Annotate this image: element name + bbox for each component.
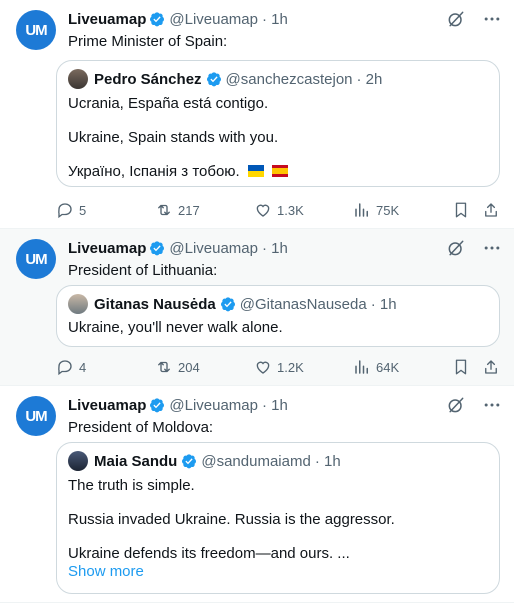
quote-line: Ukraine defends its freedom—and ours. ..…	[68, 545, 350, 562]
quoted-tweet[interactable]: Maia Sandu @sandumaiamd · 1h The truth i…	[56, 442, 500, 594]
verified-badge-icon	[149, 11, 165, 27]
bookmark-icon[interactable]	[452, 201, 470, 219]
share-icon[interactable]	[482, 201, 500, 219]
tweet-text: Prime Minister of Spain:	[68, 33, 228, 50]
tweet-header: Liveuamap @Liveuamap · 1h	[68, 9, 514, 29]
views-button[interactable]: 75K	[353, 201, 452, 219]
grok-icon[interactable]	[446, 9, 466, 29]
quoted-author-avatar[interactable]	[68, 294, 88, 314]
timestamp[interactable]: · 1h	[262, 397, 288, 414]
tweet-text: President of Lithuania:	[68, 262, 218, 279]
verified-badge-icon	[149, 240, 165, 256]
reply-icon	[56, 358, 74, 376]
quoted-author-handle: @sandumaiamd	[201, 452, 311, 470]
quote-line: Russia invaded Ukraine. Russia is the ag…	[68, 511, 395, 528]
bookmark-icon[interactable]	[452, 358, 470, 376]
tweet-header: Liveuamap @Liveuamap · 1h	[68, 395, 514, 415]
tweet[interactable]: UM Liveuamap @Liveuamap · 1h President o…	[0, 386, 514, 603]
repost-button[interactable]: 217	[155, 201, 254, 219]
reply-button[interactable]: 5	[56, 201, 155, 219]
tweet-text: President of Moldova:	[68, 419, 214, 436]
views-icon	[353, 358, 371, 376]
quoted-author-avatar[interactable]	[68, 451, 88, 471]
quoted-author-handle: @GitanasNauseda	[239, 295, 367, 313]
tweet[interactable]: UM Liveuamap @Liveuamap · 1h Prime Minis…	[0, 0, 514, 229]
repost-icon	[155, 201, 173, 219]
timestamp[interactable]: · 1h	[262, 11, 288, 28]
liveuamap-avatar[interactable]: UM	[16, 10, 56, 50]
reply-button[interactable]: 4	[56, 358, 155, 376]
quoted-timestamp: · 1h	[314, 452, 341, 470]
repost-icon	[155, 358, 173, 376]
quote-line: Ucrania, España está contigo.	[68, 95, 269, 112]
author-name[interactable]: Liveuamap	[68, 11, 146, 28]
verified-badge-icon	[149, 397, 165, 413]
verified-badge-icon	[181, 453, 197, 469]
author-handle[interactable]: @Liveuamap	[169, 11, 258, 28]
share-icon[interactable]	[482, 358, 500, 376]
quoted-author-name: Maia Sandu	[94, 452, 178, 470]
show-more-link[interactable]: Show more	[68, 562, 144, 582]
like-button[interactable]: 1.3K	[254, 201, 353, 219]
quote-line: Ukraine, Spain stands with you.	[68, 129, 279, 146]
author-name[interactable]: Liveuamap	[68, 397, 146, 414]
quoted-timestamp: · 1h	[370, 295, 397, 313]
more-options-icon[interactable]	[482, 9, 502, 29]
quoted-tweet[interactable]: Gitanas Nausėda @GitanasNauseda · 1h Ukr…	[56, 285, 500, 347]
views-icon	[353, 201, 371, 219]
more-options-icon[interactable]	[482, 395, 502, 415]
views-button[interactable]: 64K	[353, 358, 452, 376]
like-icon	[254, 201, 272, 219]
quote-line: Ukraine, you'll never walk alone.	[68, 319, 283, 336]
tweet-actions: 4 204 1.2K 64K	[56, 357, 500, 377]
quoted-author-name: Gitanas Nausėda	[94, 295, 216, 313]
quoted-tweet[interactable]: Pedro Sánchez @sanchezcastejon · 2h Ucra…	[56, 60, 500, 187]
reply-icon	[56, 201, 74, 219]
more-options-icon[interactable]	[482, 238, 502, 258]
verified-badge-icon	[220, 296, 236, 312]
tweet-header: Liveuamap @Liveuamap · 1h	[68, 238, 514, 258]
tweet[interactable]: UM Liveuamap @Liveuamap · 1h President o…	[0, 229, 514, 386]
quoted-author-name: Pedro Sánchez	[94, 70, 202, 88]
like-icon	[254, 358, 272, 376]
author-handle[interactable]: @Liveuamap	[169, 240, 258, 257]
liveuamap-avatar[interactable]: UM	[16, 239, 56, 279]
repost-button[interactable]: 204	[155, 358, 254, 376]
author-handle[interactable]: @Liveuamap	[169, 397, 258, 414]
verified-badge-icon	[206, 71, 222, 87]
like-button[interactable]: 1.2K	[254, 358, 353, 376]
quoted-author-handle: @sanchezcastejon	[225, 70, 353, 88]
quoted-timestamp: · 2h	[356, 70, 383, 88]
liveuamap-avatar[interactable]: UM	[16, 396, 56, 436]
grok-icon[interactable]	[446, 238, 466, 258]
spain-flag-icon	[272, 165, 289, 177]
quoted-author-avatar[interactable]	[68, 69, 88, 89]
tweet-actions: 5 217 1.3K 75K	[56, 200, 500, 220]
author-name[interactable]: Liveuamap	[68, 240, 146, 257]
timestamp[interactable]: · 1h	[262, 240, 288, 257]
ukraine-flag-icon	[247, 165, 264, 177]
quote-line: The truth is simple.	[68, 477, 195, 494]
quote-line: Україно, Іспанія з тобою.	[68, 162, 289, 182]
grok-icon[interactable]	[446, 395, 466, 415]
